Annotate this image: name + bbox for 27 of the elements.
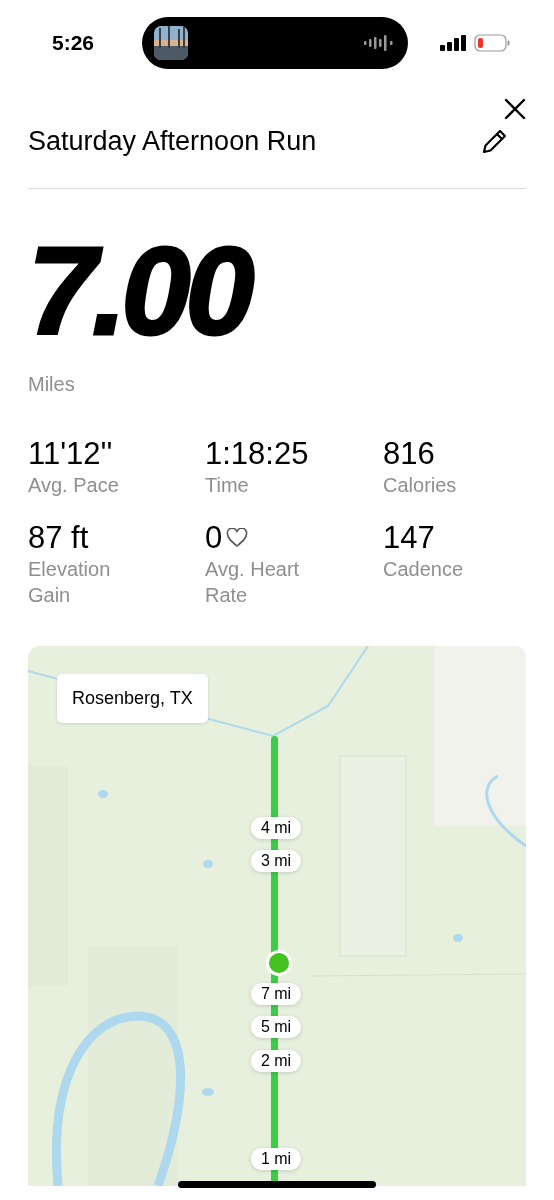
- stat-label: Time: [205, 473, 250, 498]
- mile-marker: 2 mi: [250, 1050, 302, 1072]
- status-time: 5:26: [52, 31, 96, 55]
- stat-value: 87 ft: [28, 520, 89, 556]
- mile-marker: 5 mi: [250, 1016, 302, 1038]
- stat-value: 0: [205, 520, 223, 556]
- distance-unit: Miles: [28, 373, 76, 396]
- stat-value: 816: [383, 436, 435, 472]
- stat-label: Avg. Pace: [28, 473, 120, 498]
- mile-marker: 1 mi: [250, 1148, 302, 1170]
- mile-marker: 3 mi: [250, 850, 302, 872]
- stat-value: 1:18:25: [205, 436, 309, 472]
- stat-value: 147: [383, 520, 435, 556]
- run-title: Saturday Afternoon Run: [28, 125, 317, 157]
- battery-icon: [474, 34, 510, 52]
- stat-label: Elevation Gain: [28, 557, 112, 608]
- stat-label: Avg. Heart Rate: [205, 557, 301, 608]
- mile-marker: 4 mi: [250, 817, 302, 839]
- audio-wave-icon: [364, 35, 394, 51]
- heart-icon: [226, 528, 249, 548]
- stat-label: Calories: [383, 473, 458, 498]
- close-button[interactable]: [504, 98, 526, 120]
- signal-icon: [440, 35, 466, 51]
- stat-label: Cadence: [383, 557, 465, 582]
- stat-value: 11'12'': [28, 436, 113, 472]
- location-label: Rosenberg, TX: [57, 674, 208, 723]
- mile-marker: 7 mi: [250, 983, 302, 1005]
